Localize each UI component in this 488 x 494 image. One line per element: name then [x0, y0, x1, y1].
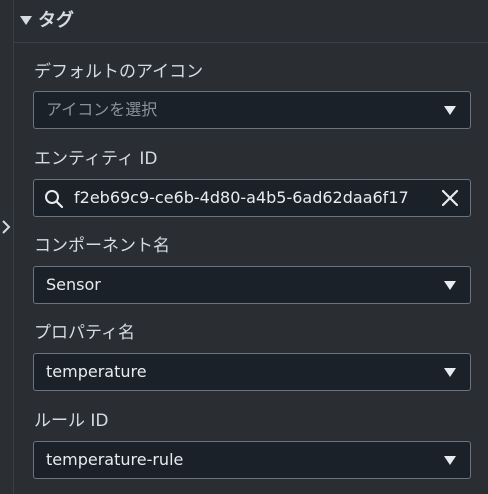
panel-body: タグ デフォルトのアイコン アイコンを選択 エンティティ ID f2eb69c9… [14, 0, 488, 494]
entity-id-label: エンティティ ID [34, 149, 158, 169]
left-rail[interactable] [0, 0, 14, 494]
dropdown-triangle-icon[interactable] [444, 368, 456, 377]
section-title: タグ [38, 10, 74, 31]
rule-id-label: ルール ID [34, 411, 109, 431]
component-name-label: コンポーネント名 [34, 236, 170, 256]
dropdown-triangle-icon[interactable] [444, 106, 456, 115]
default-icon-label: デフォルトのアイコン [34, 62, 204, 82]
default-icon-placeholder: アイコンを選択 [46, 100, 158, 119]
caret-down-icon[interactable] [20, 16, 32, 25]
close-icon[interactable] [440, 188, 460, 208]
search-icon [45, 190, 64, 209]
entity-id-search-field[interactable]: f2eb69c9-ce6b-4d80-a4b5-6ad62daa6f17 [33, 179, 471, 217]
component-name-select[interactable]: Sensor [33, 266, 471, 304]
entity-id-value[interactable]: f2eb69c9-ce6b-4d80-a4b5-6ad62daa6f17 [74, 180, 409, 218]
dropdown-triangle-icon[interactable] [444, 456, 456, 465]
dropdown-triangle-icon[interactable] [444, 281, 456, 290]
chevron-right-icon[interactable] [0, 217, 12, 237]
tag-settings-panel: タグ デフォルトのアイコン アイコンを選択 エンティティ ID f2eb69c9… [0, 0, 488, 494]
rule-id-value: temperature-rule [46, 450, 184, 469]
property-name-label: プロパティ名 [34, 323, 135, 343]
section-header-tags[interactable]: タグ [14, 0, 488, 43]
property-name-select[interactable]: temperature [33, 353, 471, 391]
default-icon-select[interactable]: アイコンを選択 [33, 91, 471, 129]
property-name-value: temperature [46, 362, 147, 381]
rule-id-select[interactable]: temperature-rule [33, 441, 471, 479]
component-name-value: Sensor [46, 275, 101, 294]
